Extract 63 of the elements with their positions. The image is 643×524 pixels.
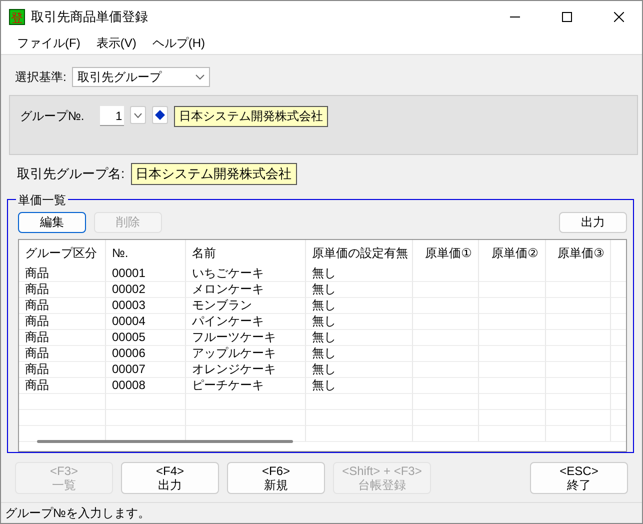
table-cell: 商品 <box>19 298 106 314</box>
table-cell: モンブラン <box>186 298 306 314</box>
list-button[interactable]: 編集 <box>18 212 86 233</box>
table-cell: 商品 <box>19 362 106 378</box>
table-cell: 無し <box>306 266 413 282</box>
lookup-button[interactable] <box>152 106 168 124</box>
table-cell: いちごケーキ <box>186 266 306 282</box>
price-list-title: 単価一覧 <box>16 192 68 209</box>
table-cell: 商品 <box>19 282 106 298</box>
group-no-field[interactable]: 1 <box>100 106 124 126</box>
table-cell: 00002 <box>106 282 186 298</box>
table-cell: フルーツケーキ <box>186 330 306 346</box>
dropdown-button[interactable] <box>130 106 146 124</box>
table-cell: 00006 <box>106 346 186 362</box>
table-cell: 商品 <box>19 346 106 362</box>
table-cell: ピーチケーキ <box>186 378 306 394</box>
function-key-button[interactable]: <ESC> 終了 <box>530 462 628 494</box>
table-cell: 無し <box>306 330 413 346</box>
app-icon: 登 <box>9 8 25 24</box>
table-cell: アップルケーキ <box>186 346 306 362</box>
table-cell: 00004 <box>106 314 186 330</box>
column-header[interactable]: №. <box>106 240 186 266</box>
table-cell: 00007 <box>106 362 186 378</box>
menu-item[interactable]: ヘルプ(H) <box>144 34 213 52</box>
table-cell: 無し <box>306 314 413 330</box>
scrollbar-thumb[interactable] <box>37 440 293 443</box>
criteria-dropdown[interactable]: 取引先グループ <box>72 67 210 87</box>
output-button[interactable]: 出力 <box>559 212 627 233</box>
column-header[interactable]: 原単価① <box>413 240 479 266</box>
window-title: 取引先商品単価登録 <box>31 8 149 26</box>
column-header[interactable]: 名前 <box>186 240 306 266</box>
table-cell: パインケーキ <box>186 314 306 330</box>
menu-item[interactable]: ファイル(F) <box>9 34 88 52</box>
table-cell: 00005 <box>106 330 186 346</box>
table-cell: 00008 <box>106 378 186 394</box>
table-cell: 無し <box>306 362 413 378</box>
table-cell: 00001 <box>106 266 186 282</box>
column-header[interactable]: グループ区分 <box>19 240 106 266</box>
status-bar: グループ№を入力します。 <box>1 502 642 523</box>
group-name-value: 日本システム開発株式会社 <box>174 106 328 127</box>
function-key-button[interactable]: <F6> 新規 <box>227 462 325 494</box>
table-cell: 無し <box>306 378 413 394</box>
chevron-down-icon <box>134 112 142 118</box>
chevron-down-icon <box>195 74 206 80</box>
table-cell: メロンケーキ <box>186 282 306 298</box>
menu-item[interactable]: 表示(V) <box>88 34 144 52</box>
criteria-label: 選択基準: <box>15 68 66 86</box>
function-key-button[interactable]: <F4> 出力 <box>121 462 219 494</box>
column-header[interactable]: 原単価の設定有無 <box>306 240 413 266</box>
table-cell: 商品 <box>19 378 106 394</box>
table-cell: 無し <box>306 346 413 362</box>
group-name-label: 取引先グループ名: <box>17 165 125 183</box>
table-cell: 00003 <box>106 298 186 314</box>
group-no-label: グループ№. <box>20 108 84 125</box>
column-header[interactable]: 原単価③ <box>546 240 611 266</box>
table-cell: 商品 <box>19 314 106 330</box>
table-cell: 無し <box>306 298 413 314</box>
table-cell: 商品 <box>19 330 106 346</box>
column-header[interactable]: 原単価② <box>479 240 546 266</box>
group-name-value: 日本システム開発株式会社 <box>130 163 297 185</box>
table-cell: 商品 <box>19 266 106 282</box>
table-cell: 無し <box>306 282 413 298</box>
table-cell: オレンジケーキ <box>186 362 306 378</box>
